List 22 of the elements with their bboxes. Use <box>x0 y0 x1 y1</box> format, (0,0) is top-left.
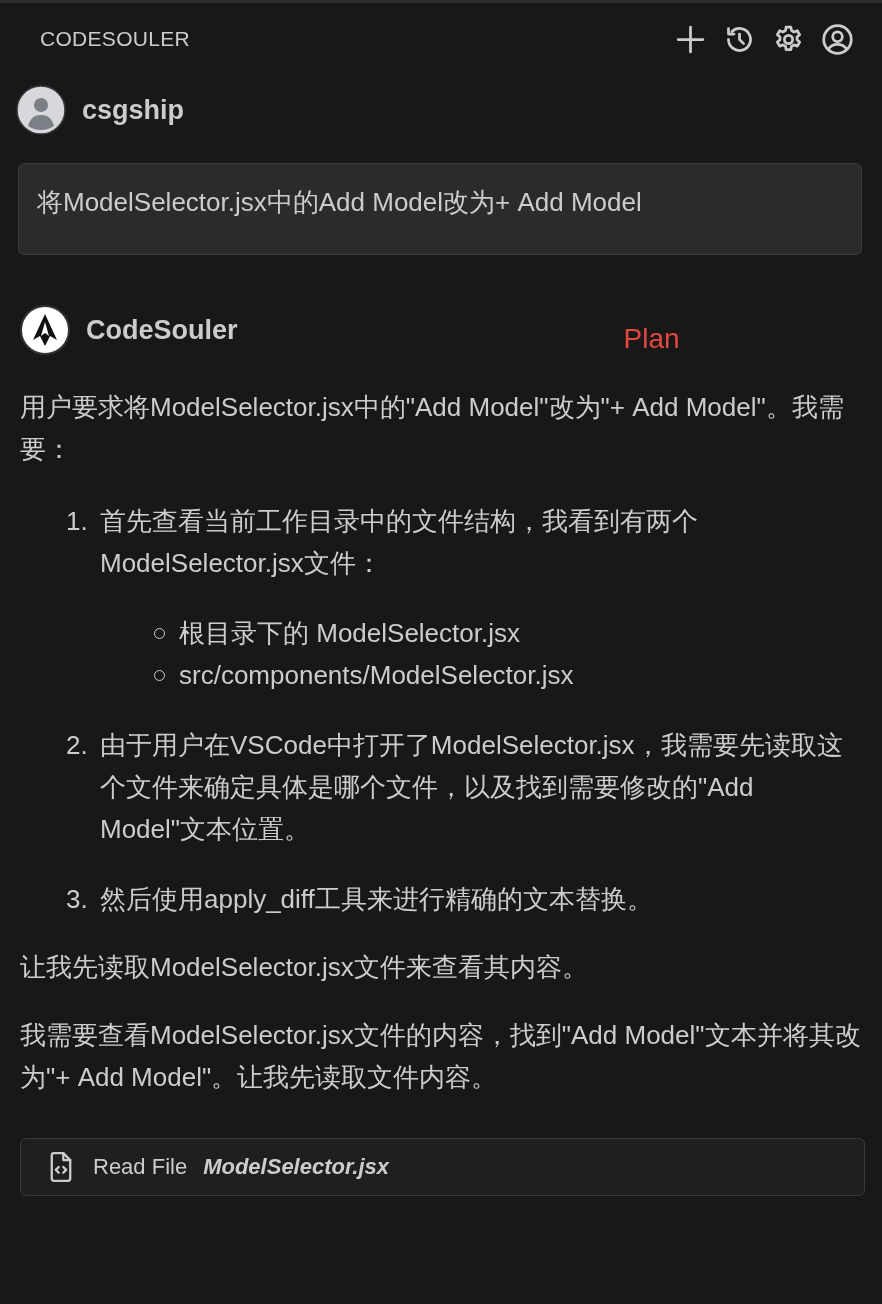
tool-call-card[interactable]: Read File ModelSelector.jsx <box>20 1138 865 1196</box>
list-item-text: 然后使用apply_diff工具来进行精确的文本替换。 <box>100 883 654 916</box>
annotation-label: Plan <box>623 322 680 356</box>
response-paragraph: 用户要求将ModelSelector.jsx中的"Add Model"改为"+ Add Model"。我需要： <box>20 391 845 466</box>
list-item-text: 首先查看当前工作目录中的文件结构，我看到有两个ModelSelector.jsx文件： <box>100 505 699 580</box>
response-paragraph: 让我先读取ModelSelector.jsx文件来查看其内容。 <box>20 951 589 984</box>
assistant-name: CodeSouler <box>86 314 238 347</box>
list-number: 2. <box>66 729 89 762</box>
logo-icon <box>20 305 70 355</box>
file-name: ModelSelector.jsx <box>203 1154 389 1180</box>
account-icon[interactable] <box>821 22 854 56</box>
list-number: 3. <box>66 883 89 916</box>
user-message: 将ModelSelector.jsx中的Add Model改为+ Add Model <box>18 163 862 255</box>
avatar-icon <box>16 85 66 135</box>
list-item-text: 由于用户在VSCode中打开了ModelSelector.jsx，我需要先读取这个文件来确定具体是哪个文件，以及找到需要修改的"Add Model"文本位置。 <box>100 729 844 846</box>
list-number: 1. <box>66 505 89 538</box>
user-name: csgship <box>82 94 185 126</box>
response-paragraph: 我需要查看ModelSelector.jsx文件的内容，找到"Add Model"文本并将其改为"+ Add Model"。让我先读取文件内容。 <box>20 1019 862 1094</box>
list-item-text: 根目录下的 ModelSelector.jsx <box>179 617 520 650</box>
list-item-text: src/components/ModelSelector.jsx <box>179 659 574 692</box>
tool-action: Read File <box>93 1154 188 1180</box>
panel-title: CODESOULER <box>40 27 191 51</box>
